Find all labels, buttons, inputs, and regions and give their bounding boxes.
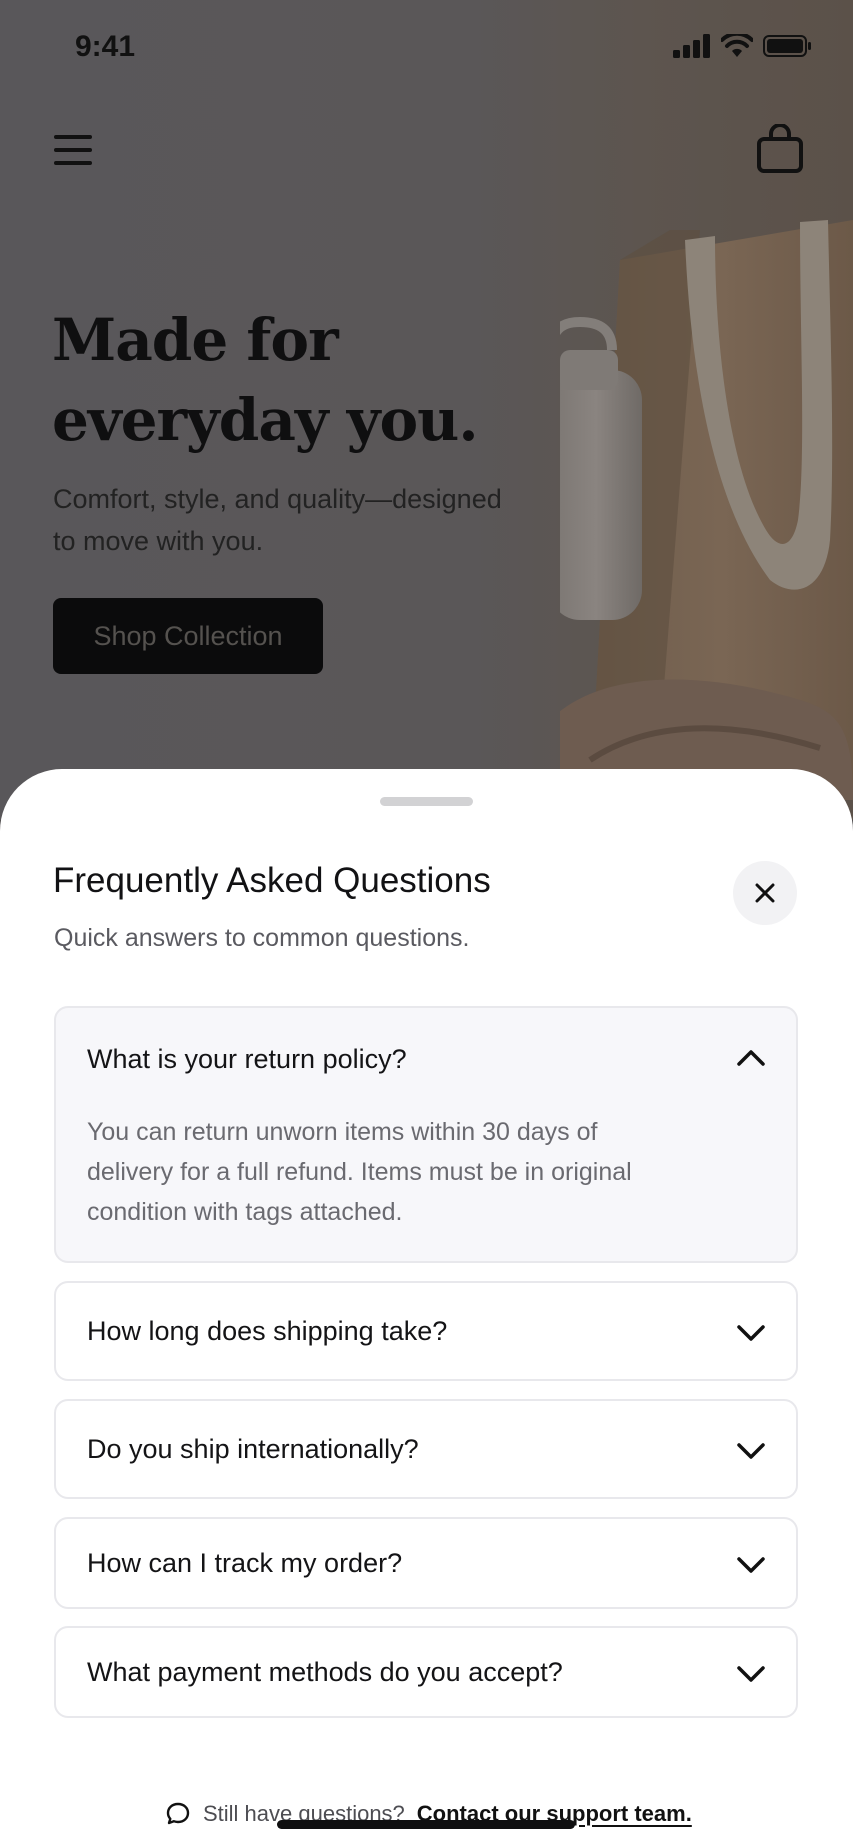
faq-answer-line2: delivery for a full refund. Items must b… bbox=[87, 1158, 632, 1186]
shop-collection-button[interactable]: Shop Collection bbox=[53, 598, 323, 674]
sheet-grabber[interactable] bbox=[380, 797, 473, 806]
hero-product-image bbox=[560, 220, 853, 800]
hero-title-line2: everyday you. bbox=[52, 386, 479, 454]
hero-subtitle: Comfort, style, and quality—designed to … bbox=[53, 478, 573, 562]
faq-question: What is your return policy? bbox=[87, 1044, 407, 1074]
shopping-bag-icon[interactable] bbox=[756, 124, 804, 174]
faq-answer-line1: You can return unworn items within 30 da… bbox=[87, 1118, 598, 1146]
status-bar: 9:41 bbox=[0, 0, 853, 100]
faq-list: What is your return policy? You can retu… bbox=[54, 1006, 798, 1718]
close-icon bbox=[755, 883, 775, 903]
hero-subtitle-line1: Comfort, style, and quality—designed bbox=[53, 484, 502, 514]
faq-subtitle: Quick answers to common questions. bbox=[54, 924, 470, 952]
battery-icon bbox=[763, 35, 811, 57]
chevron-down-icon[interactable] bbox=[736, 1664, 766, 1684]
hero-subtitle-line2: to move with you. bbox=[53, 526, 264, 556]
faq-question: How can I track my order? bbox=[87, 1548, 403, 1578]
faq-answer-line3: condition with tags attached. bbox=[87, 1198, 403, 1226]
status-time: 9:41 bbox=[75, 30, 136, 63]
faq-title: Frequently Asked Questions bbox=[53, 861, 491, 900]
faq-item-shipping-time[interactable]: How long does shipping take? bbox=[54, 1281, 798, 1381]
chat-bubble-icon bbox=[166, 1802, 190, 1825]
faq-item-return-policy[interactable]: What is your return policy? You can retu… bbox=[54, 1006, 798, 1263]
faq-answer: You can return unworn items within 30 da… bbox=[87, 1112, 727, 1232]
faq-item-payment-methods[interactable]: What payment methods do you accept? bbox=[54, 1626, 798, 1718]
hero-section: 9:41 Made for everyday you. Comfort, sty… bbox=[0, 0, 853, 820]
chevron-up-icon[interactable] bbox=[736, 1048, 766, 1068]
wifi-icon bbox=[721, 34, 753, 57]
home-indicator[interactable] bbox=[277, 1820, 575, 1829]
faq-question: Do you ship internationally? bbox=[87, 1434, 419, 1464]
cellular-signal-icon bbox=[673, 34, 710, 58]
chevron-down-icon[interactable] bbox=[736, 1555, 766, 1575]
faq-question: What payment methods do you accept? bbox=[87, 1657, 563, 1687]
hero-title-line1: Made for bbox=[52, 306, 339, 374]
chevron-down-icon[interactable] bbox=[736, 1323, 766, 1343]
menu-icon[interactable] bbox=[52, 132, 96, 168]
hero-title: Made for everyday you. bbox=[52, 300, 572, 460]
chevron-down-icon[interactable] bbox=[736, 1441, 766, 1461]
faq-question: How long does shipping take? bbox=[87, 1316, 448, 1346]
faq-item-track-order[interactable]: How can I track my order? bbox=[54, 1517, 798, 1609]
close-button[interactable] bbox=[733, 861, 797, 925]
faq-item-international[interactable]: Do you ship internationally? bbox=[54, 1399, 798, 1499]
faq-bottom-sheet: Frequently Asked Questions Quick answers… bbox=[0, 769, 853, 1844]
status-icons bbox=[673, 34, 813, 58]
